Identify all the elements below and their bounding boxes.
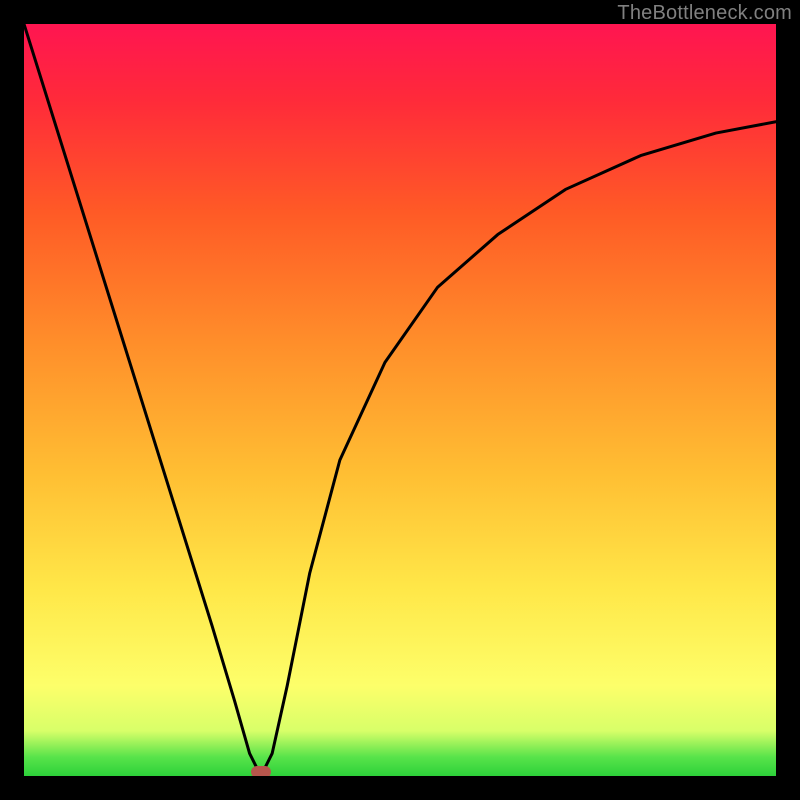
- watermark-text: TheBottleneck.com: [617, 2, 792, 25]
- chart-frame: TheBottleneck.com: [0, 0, 800, 800]
- bottleneck-curve: [24, 24, 776, 776]
- minimum-marker: [251, 766, 271, 776]
- plot-area: [24, 24, 776, 776]
